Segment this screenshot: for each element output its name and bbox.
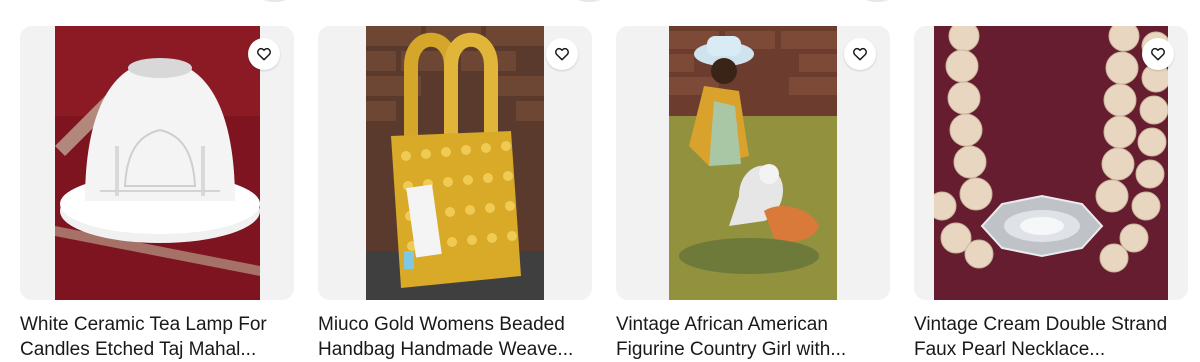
listing-image[interactable]	[318, 26, 592, 300]
taj-mahal-tea-lamp-photo	[55, 26, 260, 300]
pearl-necklace-photo	[934, 26, 1168, 300]
heart-icon	[853, 47, 867, 61]
watch-button[interactable]	[1142, 38, 1174, 70]
watch-button[interactable]	[546, 38, 578, 70]
listing-row: White Ceramic Tea Lamp For Candles Etche…	[0, 0, 1200, 362]
listing-card[interactable]: Vintage African American Figurine Countr…	[574, 0, 890, 362]
listing-image[interactable]	[616, 26, 890, 300]
gold-beaded-handbag-photo	[366, 26, 544, 300]
watch-button[interactable]	[844, 38, 876, 70]
listing-card[interactable]: White Ceramic Tea Lamp For Candles Etche…	[20, 0, 294, 362]
heart-icon	[257, 47, 271, 61]
watch-button[interactable]	[248, 38, 280, 70]
scroll-edge-artifact	[260, 0, 290, 2]
listing-title[interactable]: White Ceramic Tea Lamp For Candles Etche…	[20, 312, 294, 362]
heart-icon	[1151, 47, 1165, 61]
country-girl-figurine-photo	[669, 26, 837, 300]
heart-icon	[555, 47, 569, 61]
listing-title[interactable]: Miuco Gold Womens Beaded Handbag Handmad…	[318, 312, 592, 362]
listing-title[interactable]: Vintage Cream Double Strand Faux Pearl N…	[914, 312, 1188, 362]
listing-image[interactable]	[20, 26, 294, 300]
listing-title[interactable]: Vintage African American Figurine Countr…	[616, 312, 890, 362]
listing-card[interactable]: Miuco Gold Womens Beaded Handbag Handmad…	[318, 0, 592, 362]
listing-image[interactable]	[914, 26, 1188, 300]
listing-card[interactable]: Vintage Cream Double Strand Faux Pearl N…	[862, 0, 1188, 362]
